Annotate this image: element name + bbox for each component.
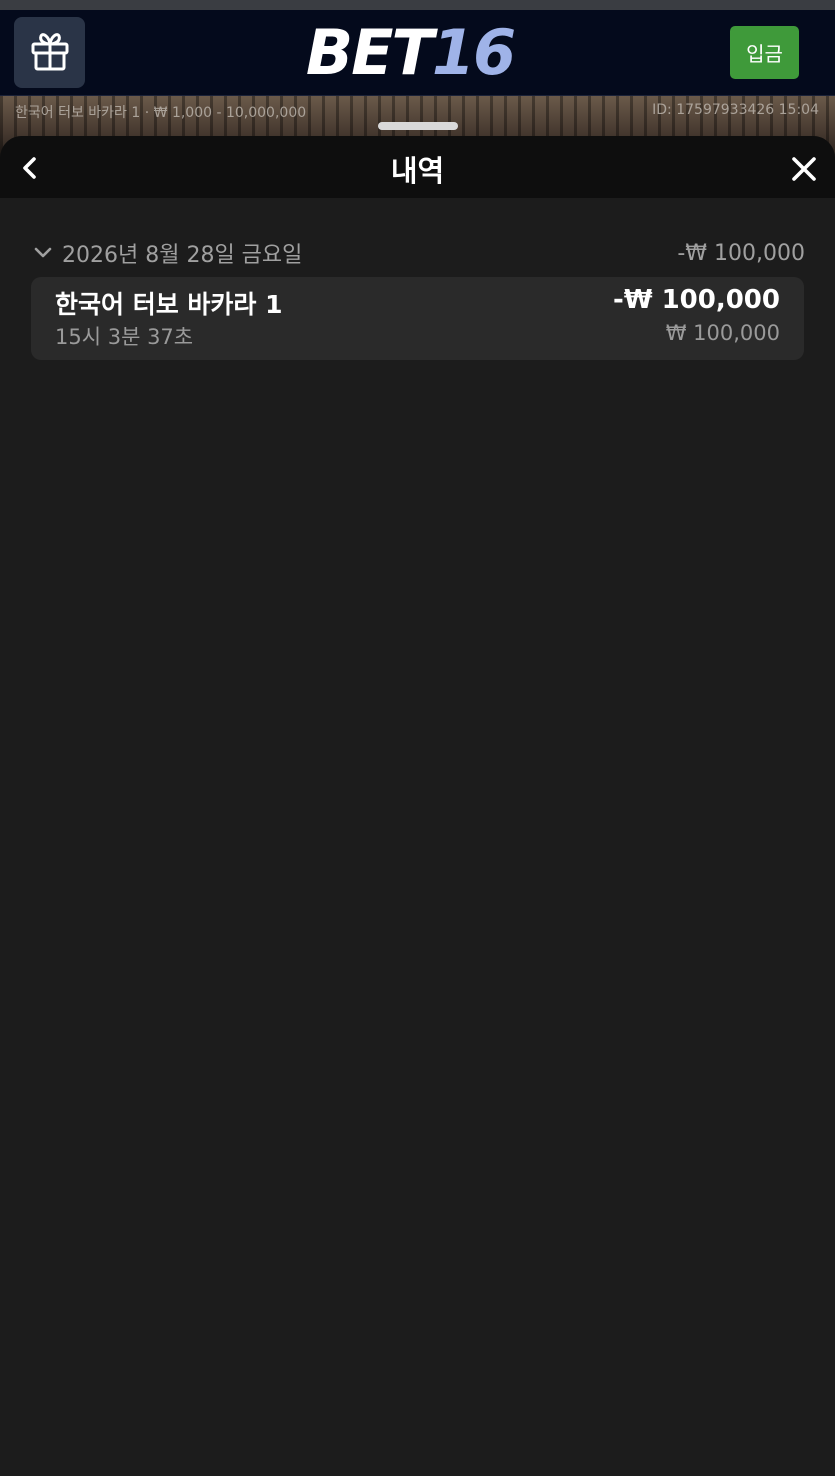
bet-game-name: 한국어 터보 바카라 1 bbox=[55, 290, 283, 319]
bet-result-amount: -₩ 100,000 bbox=[613, 285, 780, 315]
deposit-button[interactable]: 입금 bbox=[730, 26, 799, 79]
sheet-header: 내역 bbox=[0, 136, 835, 198]
history-sheet: 내역 2026년 8월 28일 금요일 -₩ 100,000 한국어 터보 바카… bbox=[0, 136, 835, 1476]
logo-number: 16 bbox=[431, 16, 516, 89]
status-strip bbox=[0, 0, 835, 10]
top-bar: BET 16 입금 bbox=[0, 10, 835, 96]
chevron-down-icon bbox=[30, 240, 56, 266]
group-total: -₩ 100,000 bbox=[677, 240, 805, 266]
logo-text: BET bbox=[305, 16, 434, 89]
gift-button[interactable] bbox=[14, 17, 85, 88]
sheet-title: 내역 bbox=[390, 154, 445, 188]
brand-logo: BET 16 bbox=[300, 18, 520, 88]
close-icon bbox=[791, 156, 817, 186]
bet-stake-amount: ₩ 100,000 bbox=[665, 321, 780, 345]
gift-icon bbox=[28, 29, 72, 77]
bet-history-item[interactable]: 한국어 터보 바카라 1 15시 3분 37초 -₩ 100,000 ₩ 100… bbox=[31, 277, 804, 360]
group-date: 2026년 8월 28일 금요일 bbox=[62, 243, 303, 268]
bet-time: 15시 3분 37초 bbox=[55, 325, 194, 349]
date-group-header[interactable]: 2026년 8월 28일 금요일 -₩ 100,000 bbox=[30, 236, 805, 270]
table-limits: 한국어 터보 바카라 1 · ₩ 1,000 - 10,000,000 bbox=[15, 105, 307, 121]
sheet-drag-handle[interactable] bbox=[378, 122, 458, 130]
round-id: ID: 17597933426 15:04 bbox=[652, 102, 819, 118]
close-button[interactable] bbox=[783, 150, 825, 192]
